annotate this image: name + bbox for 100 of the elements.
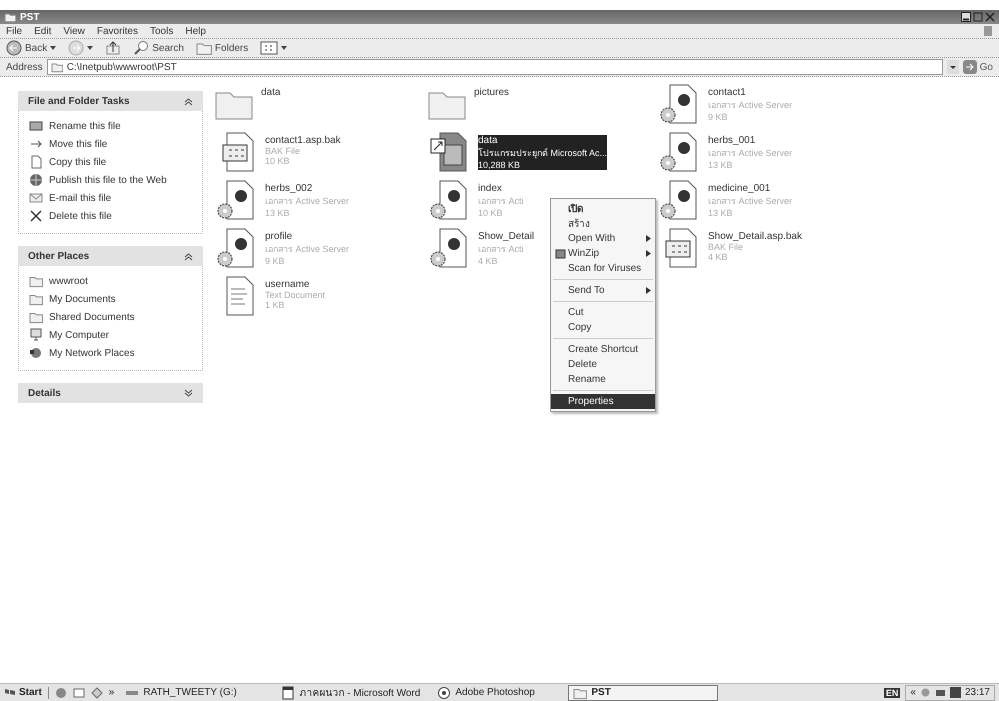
- tray-app-icon: [950, 687, 961, 698]
- menu-item[interactable]: Rename: [551, 372, 656, 387]
- taskbar-button[interactable]: Adobe Photoshop: [432, 684, 562, 700]
- panel-header[interactable]: Details: [18, 383, 203, 403]
- taskbar-button[interactable]: PST: [568, 684, 718, 700]
- task-link[interactable]: E-mail this file: [29, 191, 192, 205]
- listing-entry[interactable]: contact1.asp.bak BAK File 10 KB: [215, 131, 428, 179]
- listing-entry[interactable]: herbs_002 เอกสาร Active Server 13 KB: [215, 179, 428, 227]
- entry-type: เอกสาร Acti: [478, 243, 525, 256]
- entry-size: 10,288 KB: [478, 160, 608, 170]
- menu-item[interactable]: Properties: [551, 394, 656, 409]
- entry-type: เอกสาร Active Server: [708, 147, 792, 160]
- entry-type: BAK File: [265, 146, 302, 156]
- menu-item[interactable]: Send To: [551, 283, 656, 298]
- menu-item[interactable]: Favorites: [96, 26, 138, 36]
- taskbar-button[interactable]: ภาคผนวก - Microsoft Word: [276, 684, 426, 700]
- folder-icon: [29, 310, 43, 324]
- task-link[interactable]: Publish this file to the Web: [29, 173, 192, 187]
- forward-button[interactable]: [68, 40, 94, 56]
- more-button[interactable]: »: [108, 687, 114, 698]
- dropdown-icon: [946, 60, 959, 74]
- listing-entry[interactable]: herbs_001 เอกสาร Active Server 13 KB: [658, 131, 871, 179]
- task-link[interactable]: My Network Places: [29, 346, 192, 360]
- menu-item[interactable]: Scan for Viruses: [551, 261, 656, 276]
- task-link[interactable]: Rename this file: [29, 119, 192, 133]
- entry-type: เอกสาร Active Server: [265, 195, 350, 208]
- folder-icon: [29, 292, 43, 306]
- menu-item[interactable]: Copy: [551, 320, 656, 335]
- entry-size: 10 KB: [478, 208, 504, 218]
- listing-entry[interactable]: username Text Document 1 KB: [215, 275, 428, 323]
- views-button[interactable]: [260, 41, 288, 55]
- eye-icon: [437, 686, 452, 700]
- entry-name: Show_Detail.asp.bak: [708, 231, 802, 242]
- page-icon: [29, 155, 43, 169]
- menu-item[interactable]: Cut: [551, 305, 656, 320]
- menu-item[interactable]: File: [6, 26, 22, 36]
- menu-item[interactable]: Tools: [150, 26, 174, 36]
- entry-name: pictures: [474, 87, 510, 98]
- task-link[interactable]: Move this file: [29, 137, 192, 151]
- desktop-icon: [72, 686, 85, 698]
- listing-entry[interactable]: contact1 เอกสาร Active Server 9 KB: [658, 83, 871, 131]
- menu-item[interactable]: WinZip: [551, 246, 656, 261]
- back-button[interactable]: Back: [6, 40, 56, 56]
- task-link[interactable]: Copy this file: [29, 155, 192, 169]
- address-field[interactable]: C:\Inetpub\wwwroot\PST: [46, 59, 943, 75]
- entry-size: 1 KB: [265, 300, 286, 310]
- delete-icon: [29, 209, 43, 223]
- expand-icon: [184, 388, 193, 398]
- entry-size: 13 KB: [708, 160, 734, 170]
- menu-item[interactable]: Edit: [34, 26, 52, 36]
- listing-entry[interactable]: data โปรแกรมประยุกต์ Microsoft Ac... 10,288 KB: [428, 131, 658, 179]
- entry-name: medicine_001: [708, 183, 772, 194]
- archive-icon: [555, 248, 566, 259]
- folder-icon: [29, 274, 43, 288]
- folder-icon: [50, 61, 63, 73]
- listing-entry[interactable]: medicine_001 เอกสาร Active Server 13 KB: [658, 179, 871, 227]
- computer-icon: [29, 328, 43, 342]
- address-label: Address: [6, 62, 43, 72]
- entry-type: โปรแกรมประยุกต์ Microsoft Ac...: [478, 146, 608, 160]
- tray-expand-button[interactable]: «: [910, 687, 916, 698]
- go-button[interactable]: Go: [962, 60, 993, 74]
- entry-name: herbs_001: [708, 135, 756, 146]
- caret-icon: [281, 46, 288, 50]
- entry-type: เอกสาร Active Server: [708, 99, 792, 112]
- start-button[interactable]: Start: [4, 686, 49, 698]
- collapse-icon: [184, 96, 193, 106]
- panel-title: File and Folder Tasks: [28, 96, 130, 106]
- menu-item[interactable]: Create Shortcut: [551, 342, 656, 357]
- entry-name: username: [265, 279, 310, 290]
- menu-item[interactable]: Open With: [551, 231, 656, 246]
- menu-item[interactable]: Delete: [551, 357, 656, 372]
- entry-name: data: [478, 135, 608, 146]
- listing-entry[interactable]: Show_Detail.asp.bak BAK File 4 KB: [658, 227, 871, 275]
- taskbar-button[interactable]: RATH_TWEETY (G:): [120, 684, 270, 700]
- menu-item[interactable]: เปิด: [551, 201, 656, 216]
- collapse-icon: [184, 252, 193, 260]
- clock: 23:17: [964, 687, 990, 698]
- entry-size: 13 KB: [708, 208, 734, 218]
- task-link[interactable]: wwwroot: [29, 274, 192, 288]
- menu-item[interactable]: สร้าง: [551, 216, 656, 231]
- entry-type: เอกสาร Active Server: [708, 195, 792, 208]
- panel-title: Other Places: [28, 250, 90, 262]
- entry-name: contact1: [708, 87, 747, 98]
- task-link[interactable]: Shared Documents: [29, 310, 192, 324]
- listing-entry[interactable]: data: [215, 83, 428, 131]
- language-indicator[interactable]: EN: [884, 688, 900, 698]
- listing-entry[interactable]: pictures: [428, 83, 658, 131]
- folders-button[interactable]: Folders: [196, 40, 248, 56]
- submenu-arrow-icon: [646, 235, 652, 242]
- listing-entry[interactable]: profile เอกสาร Active Server 9 KB: [215, 227, 428, 275]
- menu-item[interactable]: Help: [185, 26, 206, 36]
- entry-name: index: [478, 183, 503, 194]
- search-button[interactable]: Search: [133, 40, 184, 56]
- task-link[interactable]: My Computer: [29, 328, 192, 342]
- task-link[interactable]: My Documents: [29, 292, 192, 306]
- up-button[interactable]: [105, 40, 122, 56]
- panel-header[interactable]: File and Folder Tasks: [18, 91, 203, 111]
- menu-item[interactable]: View: [63, 26, 85, 36]
- panel-header[interactable]: Other Places: [18, 246, 203, 266]
- task-link[interactable]: Delete this file: [29, 209, 192, 223]
